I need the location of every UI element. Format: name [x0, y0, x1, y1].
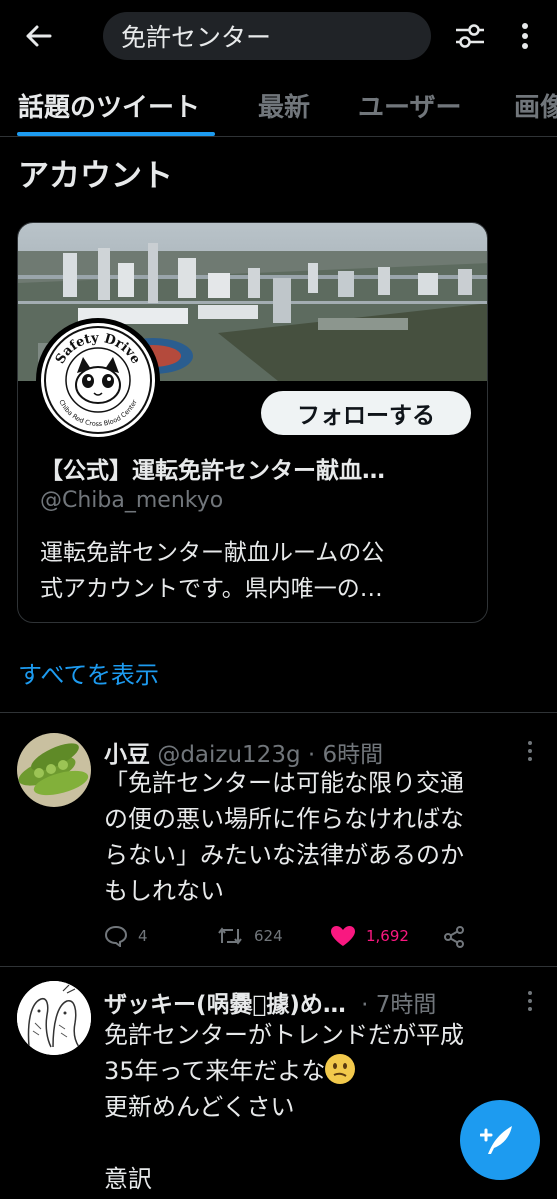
share-icon	[444, 926, 464, 948]
tab-top[interactable]: 話題のツイート	[18, 87, 200, 124]
account-name: 【公式】運転免許センター献血…	[40, 458, 385, 484]
like-button[interactable]: 1,692	[330, 925, 409, 947]
sketch-avatar-image	[17, 981, 91, 1055]
vertical-ellipsis-icon	[528, 991, 532, 1011]
tweet-text-line: もしれない	[104, 877, 224, 905]
edamame-avatar-image	[17, 733, 91, 807]
search-input[interactable]: 免許センター	[103, 12, 431, 60]
tweet-author-name[interactable]: ザッキー(㖞爨𥪸據)め…	[104, 992, 346, 1018]
sliders-icon	[456, 24, 484, 48]
vertical-ellipsis-icon	[522, 23, 528, 49]
tweet-text-line: 免許センターがトレンドだが平成	[104, 1021, 464, 1049]
share-button[interactable]	[442, 925, 476, 949]
top-bar: 免許センター	[0, 0, 557, 75]
vertical-ellipsis-icon	[528, 741, 532, 761]
safety-drive-logo: Safety Drive Chiba Red Cross Blood Cente…	[41, 323, 155, 437]
like-count: 1,692	[366, 927, 409, 945]
tweet-avatar[interactable]	[17, 981, 91, 1055]
tab-images[interactable]: 画像	[514, 87, 557, 124]
tweet-text: 免許センターがトレンドだが平成 35年って来年だよな 更新めんどくさい 意訳	[104, 1017, 534, 1197]
tweet-actions: 4 624 1,692	[104, 925, 534, 955]
retweet-count: 624	[254, 927, 283, 945]
tweet-header: 小豆 @daizu123g · 6時間	[104, 735, 514, 769]
compose-feather-icon	[480, 1126, 512, 1154]
tweet-header: ザッキー(㖞爨𥪸據)め… · 7時間	[104, 985, 514, 1019]
section-title: アカウント	[18, 158, 173, 194]
tweet-text-line: 35年って来年だよな	[104, 1053, 534, 1089]
tweet-text-line: の便の悪い場所に作らなければな	[104, 805, 464, 833]
reply-count: 4	[138, 927, 148, 945]
show-all-link[interactable]: すべてを表示	[18, 655, 159, 690]
tweet-avatar[interactable]	[17, 733, 91, 807]
account-bio-line: 式アカウントです。県内唯一の…	[40, 576, 383, 602]
account-card[interactable]: Safety Drive Chiba Red Cross Blood Cente…	[17, 222, 488, 623]
arrow-left-icon	[26, 25, 52, 47]
tweet-more-button[interactable]	[522, 739, 538, 763]
speech-bubble-icon	[104, 925, 128, 947]
tweet-text-segment: 「免許センターは可能な限り交通	[104, 769, 464, 797]
back-button[interactable]	[20, 18, 56, 54]
account-handle: @Chiba_menkyo	[40, 488, 224, 513]
tab-users[interactable]: ユーザー	[358, 87, 461, 124]
tweet[interactable]: 小豆 @daizu123g · 6時間 「免許センターは可能な限り交通 の便の悪…	[0, 713, 557, 966]
tweet-text-line: らない」みたいな法律があるのか	[104, 841, 464, 869]
compose-tweet-button[interactable]	[460, 1100, 540, 1180]
tweet-time: · 7時間	[361, 992, 437, 1018]
tweet-more-button[interactable]	[522, 989, 538, 1013]
search-filter-button[interactable]	[450, 18, 490, 54]
retweet-icon	[218, 927, 242, 945]
active-tab-indicator	[17, 132, 215, 136]
follow-button[interactable]: フォローする	[261, 391, 471, 435]
retweet-button[interactable]: 624	[216, 925, 283, 947]
heart-icon	[331, 926, 355, 946]
tweet-text: 「免許センターは可能な限り交通 の便の悪い場所に作らなければな らない」みたいな…	[104, 765, 534, 909]
tweet-text-line: 「免許センターは可能な限り交通	[104, 765, 534, 801]
tweet-text-segment: 35年って来年だよな	[104, 1057, 326, 1085]
account-bio: 運転免許センター献血ルームの公 式アカウントです。県内唯一の…	[40, 535, 480, 607]
account-avatar[interactable]: Safety Drive Chiba Red Cross Blood Cente…	[36, 318, 160, 442]
more-options-button[interactable]	[510, 18, 540, 54]
search-tabs: 話題のツイート 最新 ユーザー 画像	[0, 75, 557, 137]
search-query: 免許センター	[121, 23, 272, 52]
reply-button[interactable]: 4	[104, 925, 148, 947]
confused-face-emoji-icon	[325, 1054, 356, 1084]
account-bio-line: 運転免許センター献血ルームの公	[40, 540, 385, 566]
tab-latest[interactable]: 最新	[258, 87, 310, 124]
